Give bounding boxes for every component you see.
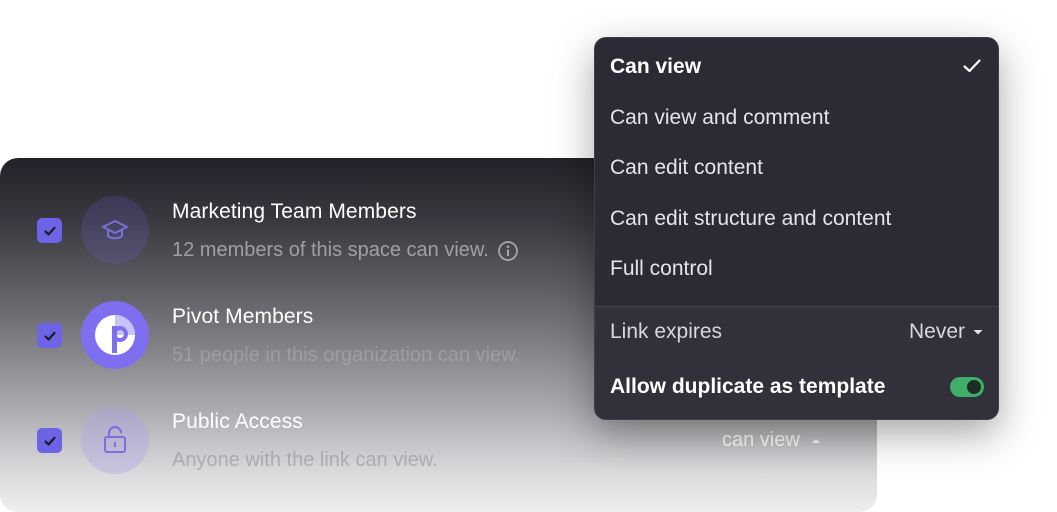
member-subtitle-text: 51 people in this organization can view. [172,344,521,366]
toggle-knob [967,380,981,394]
member-checkbox[interactable] [37,218,62,243]
menu-option-label: Can view [610,55,702,78]
menu-option-can-edit-structure-and-content[interactable]: Can edit structure and content [610,199,984,239]
menu-option-can-view-and-comment[interactable]: Can view and comment [610,98,984,138]
member-title: Marketing Team Members [172,200,417,223]
caret-up-icon [811,438,820,443]
menu-option-can-edit-content[interactable]: Can edit content [610,148,984,188]
member-checkbox[interactable] [37,428,62,453]
check-icon [43,331,56,340]
menu-option-label: Can view and comment [610,106,830,129]
info-icon[interactable] [497,240,519,262]
link-expires-select[interactable]: Never [909,320,984,344]
menu-option-label: Full control [610,257,713,280]
lock-icon [81,406,149,474]
checkmark-icon [963,59,981,73]
menu-option-label: Can edit structure and content [610,207,892,230]
graduation-cap-icon [81,196,149,264]
member-subtitle: 51 people in this organization can view. [172,344,520,367]
permission-select-label: can view [722,429,800,451]
menu-divider [595,306,998,307]
member-subtitle-text: Anyone with the link can view. [172,449,438,471]
allow-duplicate-toggle[interactable] [950,377,984,397]
check-icon [43,436,56,445]
member-subtitle-text: 12 members of this space can view. [172,239,489,261]
menu-option-full-control[interactable]: Full control [610,249,984,289]
member-title: Pivot Members [172,305,314,328]
link-expires-label: Link expires [610,320,723,343]
check-icon [43,226,56,235]
menu-option-label: Can edit content [610,156,763,179]
link-expires-value: Never [908,320,965,343]
member-subtitle: Anyone with the link can view. [172,449,438,472]
pivot-logo-icon [81,301,149,369]
menu-option-can-view[interactable]: Can view [610,47,984,87]
caret-down-icon [973,330,983,335]
permission-menu: Can view Can view and comment Can edit c… [594,37,999,420]
member-checkbox[interactable] [37,323,62,348]
member-subtitle: 12 members of this space can view. [172,239,519,262]
member-row-public: Public Access Anyone with the link can v… [0,406,877,506]
permission-select[interactable]: can view [722,429,822,452]
allow-duplicate-label: Allow duplicate as template [610,375,886,398]
member-title: Public Access [172,410,303,433]
